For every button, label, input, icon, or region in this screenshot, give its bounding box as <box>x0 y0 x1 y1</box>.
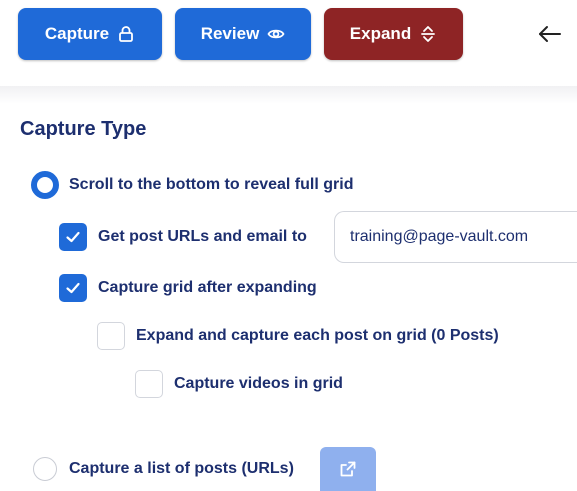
section-divider <box>0 86 577 104</box>
get-urls-label: Get post URLs and email to <box>98 228 307 245</box>
radio-scroll-option[interactable]: Scroll to the bottom to reveal full grid <box>31 171 353 199</box>
expand-button[interactable]: Expand <box>324 8 463 60</box>
get-urls-checkbox[interactable] <box>59 223 87 251</box>
review-button-label: Review <box>200 24 260 43</box>
capture-grid-checkbox[interactable] <box>59 274 87 302</box>
review-button[interactable]: Review <box>175 8 311 60</box>
expand-each-checkbox-row[interactable]: Expand and capture each post on grid (0 … <box>97 322 499 350</box>
checkmark-icon <box>66 231 80 243</box>
capture-videos-checkbox-row[interactable]: Capture videos in grid <box>135 370 343 398</box>
capture-videos-checkbox[interactable] <box>135 370 163 398</box>
expand-vertical-icon <box>419 25 437 43</box>
lock-icon <box>117 25 135 43</box>
checkmark-icon <box>66 282 80 294</box>
capture-videos-label: Capture videos in grid <box>174 375 343 392</box>
get-urls-checkbox-row[interactable]: Get post URLs and email to <box>59 223 307 251</box>
capture-grid-checkbox-row[interactable]: Capture grid after expanding <box>59 274 317 302</box>
radio-list-option[interactable]: Capture a list of posts (URLs) <box>33 457 294 481</box>
capture-grid-label: Capture grid after expanding <box>98 279 317 296</box>
eye-icon <box>267 25 285 43</box>
capture-button[interactable]: Capture <box>18 8 162 60</box>
capture-type-title: Capture Type <box>20 118 147 140</box>
expand-each-checkbox[interactable] <box>97 322 125 350</box>
list-option-label: Capture a list of posts (URLs) <box>69 460 294 477</box>
email-field[interactable] <box>334 211 577 263</box>
scroll-option-label: Scroll to the bottom to reveal full grid <box>69 176 354 193</box>
radio-selected-indicator[interactable] <box>31 171 59 199</box>
capture-button-label: Capture <box>44 24 110 43</box>
expand-each-label: Expand and capture each post on grid (0 … <box>136 327 499 344</box>
email-input[interactable] <box>350 228 577 246</box>
open-external-icon <box>340 461 356 477</box>
radio-unselected-indicator[interactable] <box>33 457 57 481</box>
open-list-button[interactable] <box>320 447 376 491</box>
toolbar: Capture Review Expand <box>0 0 577 72</box>
arrow-left-icon[interactable] <box>536 20 564 48</box>
expand-button-label: Expand <box>349 24 412 43</box>
